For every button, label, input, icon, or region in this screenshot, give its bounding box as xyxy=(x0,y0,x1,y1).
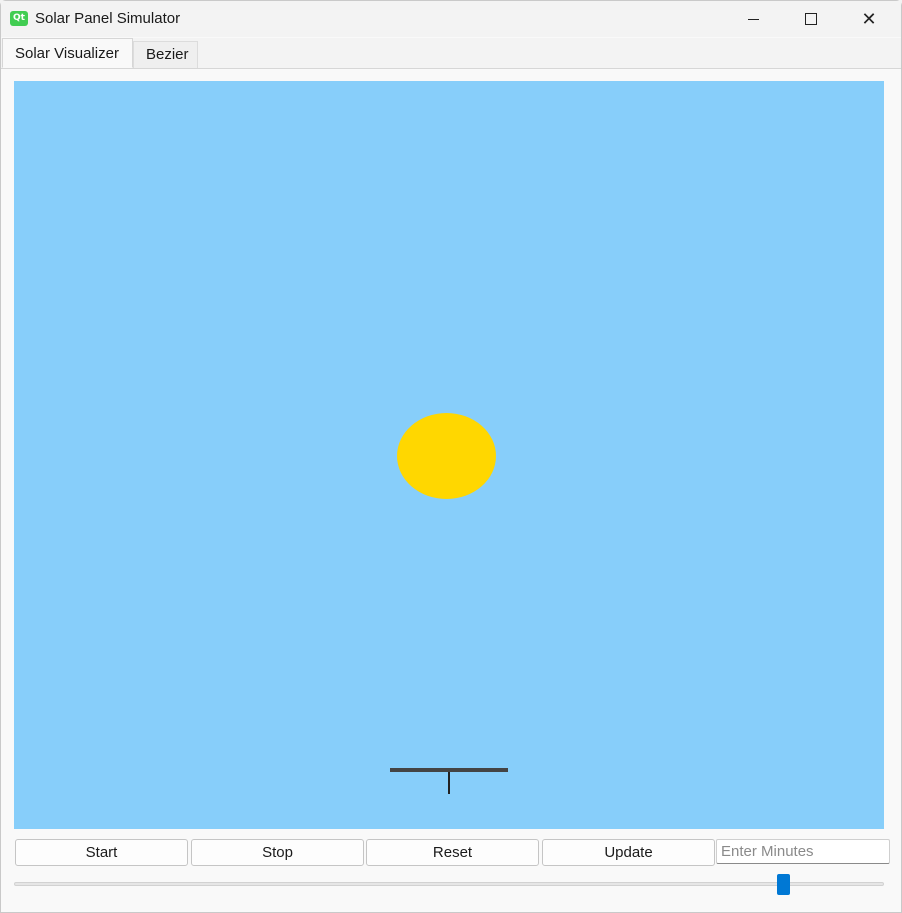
stop-button[interactable]: Stop xyxy=(191,839,364,866)
title-bar: Qt Solar Panel Simulator ✕ xyxy=(1,1,901,37)
solar-visualizer-canvas xyxy=(14,81,884,829)
minimize-icon xyxy=(747,18,759,20)
tab-bar: Solar Visualizer Bezier xyxy=(1,38,901,69)
tab-bezier[interactable]: Bezier xyxy=(133,41,198,68)
panel-pole xyxy=(448,772,450,794)
window-title: Solar Panel Simulator xyxy=(35,10,181,27)
close-icon: ✕ xyxy=(861,8,877,30)
time-slider-track[interactable] xyxy=(14,882,884,886)
qt-logo-icon: Qt xyxy=(10,11,28,26)
tab-solar-visualizer[interactable]: Solar Visualizer xyxy=(2,38,133,68)
reset-button[interactable]: Reset xyxy=(366,839,539,866)
update-button[interactable]: Update xyxy=(542,839,715,866)
minimize-button[interactable] xyxy=(724,1,782,37)
minutes-input[interactable] xyxy=(716,839,890,864)
start-button[interactable]: Start xyxy=(15,839,188,866)
maximize-button[interactable] xyxy=(782,1,840,37)
time-slider-handle[interactable] xyxy=(776,874,790,895)
maximize-icon xyxy=(805,13,817,25)
app-window: Qt Solar Panel Simulator ✕ Solar Visuali… xyxy=(0,0,902,913)
sun xyxy=(397,413,496,499)
close-button[interactable]: ✕ xyxy=(840,1,898,37)
